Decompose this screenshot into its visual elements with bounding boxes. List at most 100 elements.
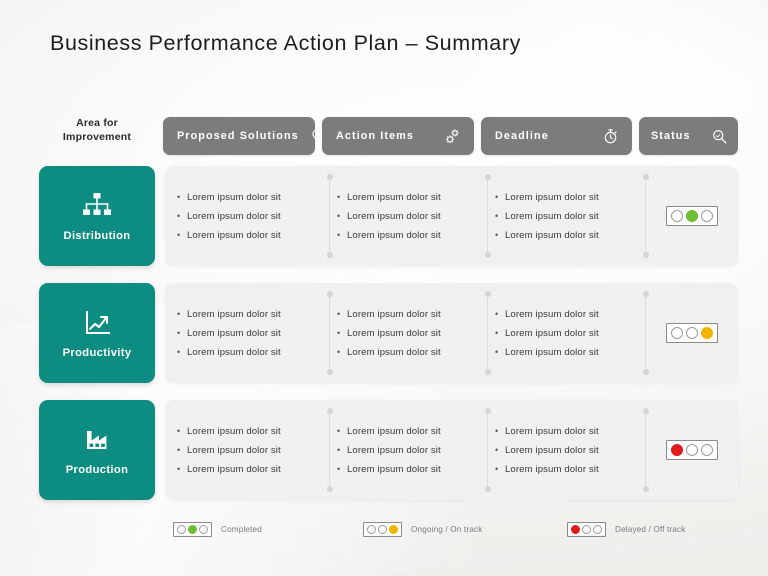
status-lamp-amber [378, 525, 387, 534]
list-item: • Lorem ipsum dolor sit [177, 230, 327, 241]
list-item: • Lorem ipsum dolor sit [495, 192, 645, 203]
legend-item-ongoing: Ongoing / On track [363, 522, 482, 537]
status-lamp-green [700, 327, 713, 339]
status-lamp-red [670, 327, 683, 339]
status-lamp-amber [685, 327, 698, 339]
list-item: • Lorem ipsum dolor sit [495, 426, 645, 437]
page-title: Business Performance Action Plan – Summa… [50, 31, 521, 55]
status-lamp-amber [582, 525, 591, 534]
list-item-text: Lorem ipsum dolor sit [347, 327, 441, 339]
list-item-text: Lorem ipsum dolor sit [347, 191, 441, 203]
list-item-text: Lorem ipsum dolor sit [187, 463, 281, 475]
area-header-line-1: Area for [76, 117, 118, 129]
list-item: • Lorem ipsum dolor sit [337, 464, 487, 475]
bullet-dot: • [337, 191, 341, 202]
line-chart-icon [80, 308, 114, 340]
list-item-text: Lorem ipsum dolor sit [187, 444, 281, 456]
list-item-text: Lorem ipsum dolor sit [187, 327, 281, 339]
area-card-distribution[interactable]: Distribution [39, 166, 155, 266]
slide-canvas: Business Performance Action Plan – Summa… [0, 0, 768, 576]
org-chart-icon [80, 191, 114, 223]
status-lamp-amber [685, 444, 698, 456]
column-header-label: Proposed Solutions [177, 130, 299, 142]
status-lamp-red [177, 525, 186, 534]
status-lamp-red [670, 444, 683, 456]
bullet-dot: • [337, 229, 341, 240]
row-content-panel: • Lorem ipsum dolor sit • Lorem ipsum dolo… [165, 400, 738, 500]
status-traffic-light[interactable] [665, 440, 718, 460]
status-legend: Completed Ongoing / On track Delayed / O… [0, 522, 768, 552]
list-item-text: Lorem ipsum dolor sit [505, 346, 599, 358]
cell-deadline: • Lorem ipsum dolor sit • Lorem ipsum dolo… [495, 400, 645, 500]
row-content-panel: • Lorem ipsum dolor sit • Lorem ipsum dolo… [165, 166, 738, 266]
column-header-status[interactable]: Status [639, 117, 738, 155]
bullet-dot: • [177, 444, 181, 455]
status-lamp-red [571, 525, 580, 534]
bullet-dot: • [495, 463, 499, 474]
status-lamp-amber [188, 525, 197, 534]
list-item-text: Lorem ipsum dolor sit [505, 444, 599, 456]
list-item: • Lorem ipsum dolor sit [177, 309, 327, 320]
list-item: • Lorem ipsum dolor sit [495, 230, 645, 241]
status-traffic-light[interactable] [665, 206, 718, 226]
bullet-dot: • [337, 444, 341, 455]
bullet-dot: • [177, 346, 181, 357]
list-item: • Lorem ipsum dolor sit [495, 445, 645, 456]
bullet-dot: • [495, 444, 499, 455]
list-item-text: Lorem ipsum dolor sit [347, 425, 441, 437]
status-lamp-green [593, 525, 602, 534]
bullet-dot: • [495, 346, 499, 357]
list-item-text: Lorem ipsum dolor sit [187, 229, 281, 241]
bullet-dot: • [495, 229, 499, 240]
legend-traffic-light [567, 522, 606, 537]
list-item-text: Lorem ipsum dolor sit [505, 327, 599, 339]
column-header-label: Deadline [495, 130, 549, 142]
list-item: • Lorem ipsum dolor sit [495, 211, 645, 222]
status-traffic-light[interactable] [665, 323, 718, 343]
area-card-production[interactable]: Production [39, 400, 155, 500]
column-divider [484, 408, 491, 492]
area-card-productivity[interactable]: Productivity [39, 283, 155, 383]
legend-traffic-light [173, 522, 212, 537]
cell-status [645, 400, 738, 500]
column-header-deadline[interactable]: Deadline [481, 117, 632, 155]
list-item-text: Lorem ipsum dolor sit [187, 191, 281, 203]
column-header-action-items[interactable]: Action Items [322, 117, 474, 155]
cell-deadline: • Lorem ipsum dolor sit • Lorem ipsum dolo… [495, 166, 645, 266]
bullet-dot: • [177, 210, 181, 221]
bullet-dot: • [495, 327, 499, 338]
column-header-label: Action Items [336, 130, 414, 142]
gears-icon [444, 128, 461, 145]
list-item: • Lorem ipsum dolor sit [177, 347, 327, 358]
column-header-proposed-solutions[interactable]: Proposed Solutions [163, 117, 323, 155]
list-item: • Lorem ipsum dolor sit [177, 192, 327, 203]
list-item: • Lorem ipsum dolor sit [177, 426, 327, 437]
bullet-dot: • [337, 346, 341, 357]
bullet-dot: • [177, 229, 181, 240]
list-item: • Lorem ipsum dolor sit [177, 464, 327, 475]
column-divider [326, 291, 333, 375]
factory-icon [80, 425, 114, 457]
list-item: • Lorem ipsum dolor sit [337, 426, 487, 437]
area-header-line-2: Improvement [62, 131, 132, 143]
list-item: • Lorem ipsum dolor sit [337, 328, 487, 339]
list-item: • Lorem ipsum dolor sit [177, 445, 327, 456]
area-card-label: Distribution [63, 229, 131, 242]
cell-proposed-solutions: • Lorem ipsum dolor sit • Lorem ipsum dolo… [177, 283, 327, 383]
table-row: Productivity • Lorem ipsum dolor sit • Lor… [0, 283, 768, 383]
status-lamp-red [670, 210, 683, 222]
list-item: • Lorem ipsum dolor sit [495, 464, 645, 475]
list-item-text: Lorem ipsum dolor sit [505, 229, 599, 241]
status-lamp-red [367, 525, 376, 534]
list-item: • Lorem ipsum dolor sit [337, 211, 487, 222]
list-item-text: Lorem ipsum dolor sit [347, 308, 441, 320]
cell-action-items: • Lorem ipsum dolor sit • Lorem ipsum dolo… [337, 400, 487, 500]
area-card-label: Production [65, 463, 129, 476]
list-item-text: Lorem ipsum dolor sit [347, 210, 441, 222]
list-item-text: Lorem ipsum dolor sit [347, 229, 441, 241]
cell-proposed-solutions: • Lorem ipsum dolor sit • Lorem ipsum dolo… [177, 166, 327, 266]
table-row: Distribution • Lorem ipsum dolor sit • Lor… [0, 166, 768, 266]
bullet-dot: • [495, 210, 499, 221]
status-lamp-green [700, 210, 713, 222]
cell-status [645, 166, 738, 266]
